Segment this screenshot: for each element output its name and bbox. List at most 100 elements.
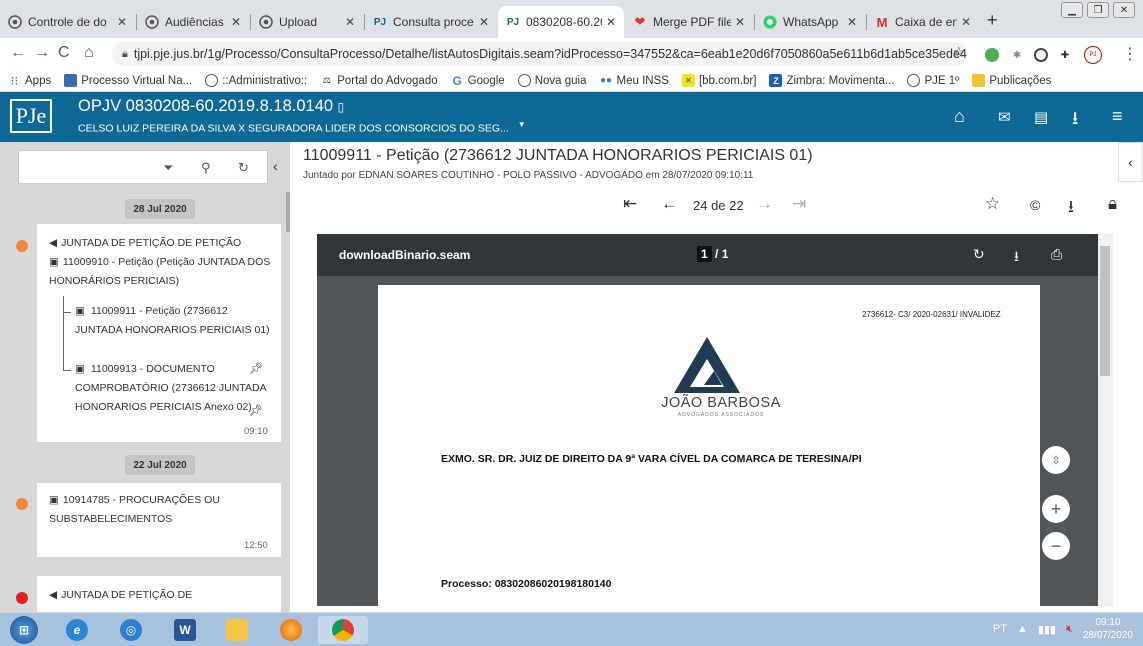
zoom-in-button[interactable]: + [1042,495,1070,523]
language-indicator[interactable]: PT [993,623,1007,635]
taskbar-chrome[interactable] [318,616,368,644]
document-link[interactable]: ▣ 10914785 - PROCURAÇÕES OU [49,491,220,510]
taskbar-chrome-alt[interactable]: ◎ [106,616,156,644]
pin-icon[interactable]: 📌︎ [249,362,263,375]
home-button[interactable]: ⌂ [84,44,94,62]
bookmark-apps[interactable]: ⁝⁝ Apps [8,74,52,88]
taskbar-explorer[interactable] [212,616,262,644]
extension-icon[interactable]: ✱ [1010,48,1024,62]
download-icon[interactable]: ⭳ [1072,106,1078,136]
next-page-icon[interactable]: → [756,194,773,214]
start-button[interactable]: ⊞ [2,616,46,644]
taskbar-ie[interactable]: e [52,616,102,644]
close-icon[interactable]: ✕ [117,15,127,29]
close-icon[interactable]: ✕ [606,15,616,29]
collapse-left-icon[interactable]: ‹ [273,158,278,174]
new-tab-button[interactable]: + [987,10,998,31]
search-icon[interactable]: ⚲ [201,160,211,176]
taskbar-firefox[interactable] [266,616,316,644]
search-input[interactable] [23,157,153,177]
bookmark-bb[interactable]: ✕ [bb.com.br] [681,74,757,87]
forward-button[interactable]: → [34,44,50,62]
close-icon[interactable]: ✕ [231,15,241,29]
copyright-icon[interactable]: © [1030,197,1040,213]
fit-page-button[interactable]: ⇳ [1042,446,1070,474]
tab-whatsapp[interactable]: WhatsApp ✕ [755,6,865,38]
bookmark-meu-inss[interactable]: ●● Meu INSS [600,74,669,87]
lock-icon[interactable]: 🔒︎ [1108,194,1117,214]
event-title[interactable]: ◀︎ JUNTADA DE PETIÇÃO DE PETIÇÃO [49,234,241,253]
opjv-extension-icon[interactable]: PJ [1084,46,1102,64]
bookmark-label: Meu INSS [616,74,669,87]
process-title[interactable]: OPJV 0830208-60.2019.8.18.0140 ▯ [78,97,344,116]
mail-icon[interactable]: ✉ [998,108,1011,126]
download-icon[interactable]: ⭳ [1068,194,1074,223]
clock[interactable]: 09:10 28/07/2020 [1083,616,1133,642]
bookmark-zimbra[interactable]: Z Zimbra: Movimenta... [769,74,894,87]
show-hidden-icons[interactable]: ▲ [1017,623,1028,635]
star-icon[interactable]: ☆ [985,194,1000,214]
download-icon[interactable]: ⭳ [1014,246,1019,270]
menu-dots-icon[interactable]: ⋮ [1122,44,1138,64]
bookmark-administrativo[interactable]: ::Administrativo:: [205,74,307,87]
bookmark-label: [bb.com.br] [698,74,757,87]
pje-icon: PJ [373,16,387,28]
bookmark-processo-virtual[interactable]: Processo Virtual Na... [64,74,192,87]
pin-icon[interactable]: 📌︎ [249,404,263,417]
reload-button[interactable]: C [58,44,70,62]
process-parties: CELSO LUIZ PEREIRA DA SILVA X SEGURADORA… [78,120,526,135]
close-icon[interactable]: ✕ [735,15,745,29]
attachment-link[interactable]: ▣ 11009911 - Petição (2736612 [75,302,228,321]
bookmark-publicacoes[interactable]: Publicações [972,74,1051,87]
doc-line: 11009910 - Petição (Petição JUNTADA DOS [62,256,271,268]
tab-merge-pdf[interactable]: ❤ Merge PDF file ✕ [625,6,753,38]
copy-icon[interactable]: ▯ [338,100,345,114]
pdf-scrollbar[interactable] [1100,246,1110,376]
circle-icon[interactable] [1034,48,1048,62]
back-button[interactable]: ← [10,44,26,62]
bookmark-pje[interactable]: PJE 1º [907,74,959,87]
url-bar[interactable]: 🔒︎ tjpi.pje.jus.br/1g/Processo/ConsultaP… [112,42,967,66]
filter-icon[interactable]: ⏷ [163,160,173,176]
previous-page-icon[interactable]: ← [661,194,678,214]
network-icon[interactable]: ▮▮▮ [1038,623,1056,636]
document-icon[interactable]: ▤ [1034,108,1048,126]
doc-line: SUBSTABELECIMENTOS [49,513,173,525]
zoom-out-button[interactable]: − [1042,532,1070,560]
bookmark-star-icon[interactable]: ☆ [952,43,965,61]
tab-upload[interactable]: Upload ✕ [251,6,363,38]
first-page-icon[interactable]: ⇤ [623,194,637,214]
tab-controle[interactable]: Controle de do ✕ [0,6,135,38]
chevron-down-icon[interactable]: ▼ [518,120,526,129]
last-page-icon[interactable]: ⇥ [792,194,806,214]
menu-icon[interactable]: ≡ [1112,106,1123,127]
close-icon[interactable]: ✕ [479,15,489,29]
maximize-button[interactable]: ❐ [1087,2,1109,18]
tab-consulta[interactable]: PJ Consulta proce ✕ [365,6,497,38]
refresh-icon[interactable]: ↻ [238,160,249,176]
tab-gmail[interactable]: M Caixa de entrad ✕ [867,6,979,38]
close-icon[interactable]: ✕ [961,15,971,29]
bookmark-google[interactable]: G Google [451,74,504,88]
bookmark-portal-advogado[interactable]: ⚖ Portal do Advogado [320,74,438,87]
tab-processo-active[interactable]: PJ 0830208-60.20 ✕ [498,6,624,38]
home-icon[interactable]: ⌂ [954,106,965,127]
tab-audiencias[interactable]: Audiências ✕ [137,6,249,38]
close-icon[interactable]: ✕ [847,15,857,29]
event-title[interactable]: ◀︎ JUNTADA DE PETIÇÃO DE [49,586,192,605]
close-window-button[interactable]: ✕ [1113,2,1135,18]
close-icon[interactable]: ✕ [345,15,355,29]
bookmark-nova-guia[interactable]: Nova guia [517,74,587,87]
pje-logo[interactable]: PJe [10,99,52,133]
document-link[interactable]: ▣ 11009910 - Petição (Petição JUNTADA DOS [49,253,270,272]
attachment-link[interactable]: ▣ 11009913 - DOCUMENTO [75,360,215,379]
collapse-right-icon[interactable]: ‹ [1118,142,1143,182]
volume-icon[interactable]: 🔇︎ [1066,623,1073,636]
pdf-current-page[interactable]: 1 [697,246,712,262]
taskbar-word[interactable]: W [160,616,210,644]
shield-icon[interactable] [985,48,999,62]
print-icon[interactable]: ⎙ [1051,246,1062,263]
minimize-button[interactable]: ▁ [1061,2,1083,18]
rotate-icon[interactable]: ↻ [973,246,985,263]
puzzle-icon[interactable]: ✚ [1058,48,1072,62]
